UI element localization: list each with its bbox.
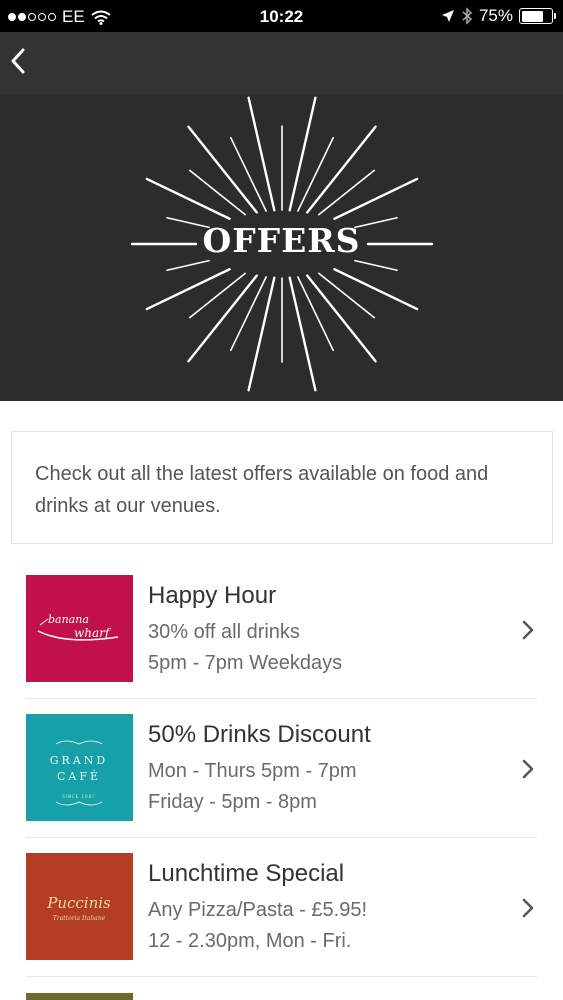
- offer-schedule: 12 - 2.30pm, Mon - Fri.: [148, 930, 352, 952]
- offer-item-happy-hour[interactable]: banana wharf Happy Hour 30% off all drin…: [0, 560, 563, 699]
- logo-text-grand: GRAND: [50, 754, 108, 767]
- puccinis-logo: Puccinis Trattoria Italiane: [26, 853, 133, 960]
- chevron-left-icon: [11, 48, 25, 74]
- offer-title: Happy Hour: [148, 582, 277, 609]
- battery-percentage: 75%: [478, 6, 513, 25]
- sunburst-ray: [166, 259, 210, 272]
- logo-text-since: SINCE 1987: [62, 794, 95, 799]
- sunburst-ray: [318, 169, 376, 216]
- sunburst-ray: [247, 276, 276, 392]
- offer-schedule: 5pm - 7pm Weekdays: [148, 652, 343, 674]
- chevron-right-icon: [522, 759, 534, 779]
- offers-hero-banner: OFFERS: [0, 94, 563, 401]
- offer-title: Lunchtime Special: [148, 860, 345, 887]
- grand-cafe-logo: GRAND CAFÉ SINCE 1987: [26, 714, 133, 821]
- offer-item-drinks-discount[interactable]: GRAND CAFÉ SINCE 1987 50% Drinks Discoun…: [0, 699, 563, 838]
- intro-card: Check out all the latest offers availabl…: [11, 431, 553, 544]
- offer-detail: Any Pizza/Pasta - £5.95!: [148, 899, 368, 921]
- sunburst-ray: [247, 96, 276, 212]
- sunburst-ray: [318, 272, 376, 319]
- status-bar: EE 10:22 75%: [0, 0, 563, 32]
- battery-icon: [519, 8, 556, 24]
- offer-schedule: Friday - 5pm - 8pm: [148, 791, 317, 813]
- sunburst-ray: [354, 259, 398, 272]
- logo-text-cafe: CAFÉ: [57, 769, 101, 783]
- next-offer-thumbnail-peek: [26, 993, 133, 1000]
- banana-wharf-logo: banana wharf: [26, 575, 133, 682]
- sunburst-ray: [333, 177, 419, 220]
- logo-text-banana: banana: [48, 613, 89, 626]
- bluetooth-icon: [462, 7, 473, 25]
- offer-title: 50% Drinks Discount: [148, 721, 371, 748]
- navigation-bar: [0, 32, 563, 94]
- logo-text-trattoria: Trattoria Italiane: [53, 915, 106, 922]
- hero-title: OFFERS: [202, 221, 361, 260]
- sunburst-ray: [145, 177, 231, 220]
- logo-text-puccinis: Puccinis: [46, 894, 111, 912]
- offer-detail: Mon - Thurs 5pm - 7pm: [148, 760, 357, 782]
- chevron-right-icon: [522, 898, 534, 918]
- sunburst-ray: [188, 272, 246, 319]
- sunburst-ray: [288, 96, 317, 212]
- offers-list: banana wharf Happy Hour 30% off all drin…: [0, 560, 563, 977]
- sunburst-ray: [188, 169, 246, 216]
- intro-text: Check out all the latest offers availabl…: [35, 463, 489, 517]
- chevron-right-icon: [522, 620, 534, 640]
- location-arrow-icon: [441, 10, 454, 22]
- back-button[interactable]: [6, 44, 36, 80]
- offer-item-lunchtime-special[interactable]: Puccinis Trattoria Italiane Lunchtime Sp…: [0, 838, 563, 977]
- offer-detail: 30% off all drinks: [148, 621, 300, 643]
- sunburst-ray: [288, 276, 317, 392]
- sunburst-ray: [333, 268, 419, 311]
- sunburst-ray: [145, 268, 231, 311]
